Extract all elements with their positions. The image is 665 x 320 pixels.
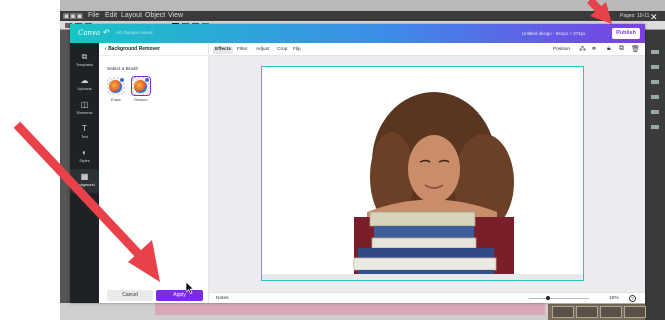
screenshot-root: ▣▣▣ File Edit Layout Object View Pages: … (0, 0, 665, 320)
mouse-cursor-icon (186, 282, 194, 294)
arrow-to-apply-icon (13, 121, 160, 282)
arrow-to-publish-icon (587, 0, 612, 24)
annotation-arrows (13, 0, 612, 282)
